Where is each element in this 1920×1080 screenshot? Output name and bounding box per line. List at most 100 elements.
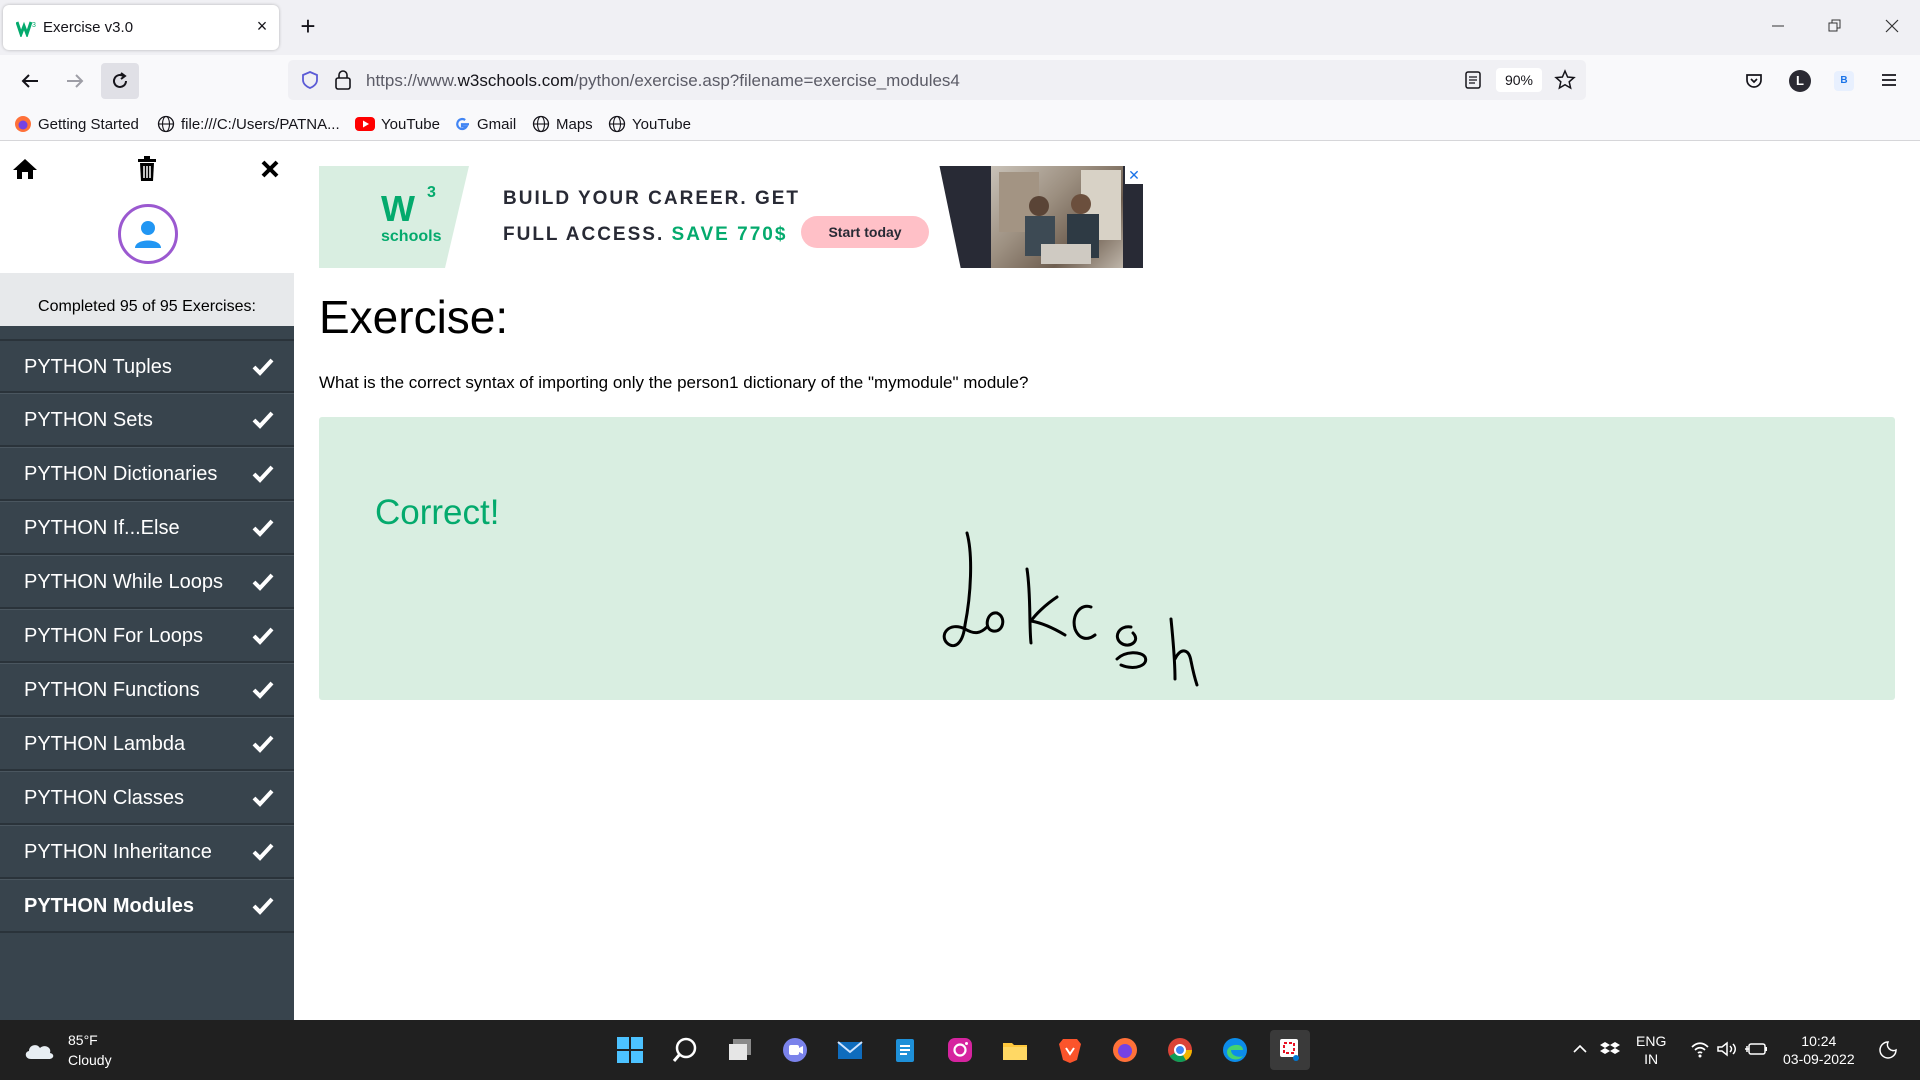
sidebar-item-label: PYTHON Dictionaries — [24, 463, 218, 485]
url-path: /python/exercise.asp?filename=exercise_m… — [573, 71, 960, 90]
clock-date: 03-09-2022 — [1783, 1051, 1855, 1067]
chrome-icon — [1168, 1038, 1192, 1063]
home-button[interactable] — [10, 154, 40, 184]
search-button[interactable] — [665, 1030, 705, 1070]
close-window-button[interactable] — [1872, 12, 1912, 42]
extension-icon[interactable]: B — [1834, 71, 1854, 91]
sidebar-item-label: PYTHON For Loops — [24, 625, 203, 647]
sidebar-item-if-else[interactable]: PYTHON If...Else — [0, 501, 294, 555]
check-icon — [252, 519, 274, 537]
check-icon — [252, 465, 274, 483]
start-button[interactable] — [610, 1030, 650, 1070]
notepad-button[interactable] — [885, 1030, 925, 1070]
sidebar-item-inheritance[interactable]: PYTHON Inheritance — [0, 825, 294, 879]
sidebar-item-classes[interactable]: PYTHON Classes — [0, 771, 294, 825]
hamburger-menu-icon[interactable] — [1880, 72, 1898, 88]
instagram-button[interactable] — [940, 1030, 980, 1070]
wifi-icon[interactable] — [1690, 1040, 1710, 1058]
bookmark-youtube[interactable]: YouTube — [355, 113, 440, 135]
snipping-tool-icon — [1280, 1039, 1299, 1061]
tab-strip: 3 Exercise v3.0 × + — [0, 0, 1920, 55]
avatar[interactable] — [118, 204, 178, 264]
sidebar-item-tuples[interactable]: PYTHON Tuples — [0, 339, 294, 393]
check-icon — [252, 358, 274, 376]
weather-widget[interactable]: 85°F Cloudy — [22, 1030, 112, 1070]
windows-taskbar: 85°F Cloudy ENG IN 10:24 03-09-2022 — [0, 1020, 1920, 1080]
bookmark-getting-started[interactable]: Getting Started — [14, 113, 139, 135]
sidebar-item-dictionaries[interactable]: PYTHON Dictionaries — [0, 447, 294, 501]
ad-photo-illustration — [999, 170, 1121, 264]
exercise-question: What is the correct syntax of importing … — [319, 373, 1029, 392]
forward-arrow-icon — [67, 74, 84, 88]
url-text[interactable]: https://www.w3schools.com/python/exercis… — [366, 71, 960, 91]
tab-title: Exercise v3.0 — [43, 19, 134, 36]
browser-tab[interactable]: 3 Exercise v3.0 × — [3, 5, 279, 50]
bookmark-star-icon[interactable] — [1554, 69, 1576, 91]
teams-chat-button[interactable] — [775, 1030, 815, 1070]
volume-icon[interactable] — [1716, 1040, 1738, 1058]
sidebar-item-for-loops[interactable]: PYTHON For Loops — [0, 609, 294, 663]
bookmark-youtube-2[interactable]: YouTube — [608, 113, 691, 135]
language-indicator[interactable]: ENG IN — [1636, 1032, 1666, 1068]
advertisement-banner[interactable]: W 3 schools BUILD YOUR CAREER. GET FULL … — [319, 166, 1143, 268]
sidebar-item-functions[interactable]: PYTHON Functions — [0, 663, 294, 717]
firefox-icon — [1113, 1038, 1137, 1062]
pocket-icon[interactable] — [1744, 71, 1764, 91]
sidebar-item-sets[interactable]: PYTHON Sets — [0, 393, 294, 447]
restore-icon — [1828, 19, 1841, 32]
back-button[interactable] — [11, 63, 49, 99]
brave-button[interactable] — [1050, 1030, 1090, 1070]
reload-icon — [113, 72, 127, 88]
reset-button[interactable] — [132, 154, 162, 184]
task-view-button[interactable] — [720, 1030, 760, 1070]
bookmark-label: file:///C:/Users/PATNA... — [181, 115, 340, 133]
check-icon — [252, 573, 274, 591]
new-tab-button[interactable]: + — [293, 12, 323, 42]
ad-close-icon[interactable]: ✕ — [1125, 166, 1143, 184]
restore-button[interactable] — [1815, 12, 1855, 42]
reader-view-icon[interactable] — [1464, 70, 1482, 90]
zoom-level-badge[interactable]: 90% — [1496, 68, 1542, 92]
result-message: Correct! — [375, 493, 500, 532]
check-icon — [252, 897, 274, 915]
bookmark-file[interactable]: file:///C:/Users/PATNA... — [157, 113, 340, 135]
forward-button[interactable] — [56, 63, 94, 99]
close-sidebar-button[interactable] — [255, 154, 285, 184]
sidebar-item-while-loops[interactable]: PYTHON While Loops — [0, 555, 294, 609]
brave-lion-icon — [1059, 1039, 1081, 1063]
battery-icon[interactable] — [1744, 1040, 1768, 1058]
sidebar-item-lambda[interactable]: PYTHON Lambda — [0, 717, 294, 771]
bookmark-label: Maps — [556, 115, 593, 133]
w3schools-logo: W — [381, 188, 415, 229]
clock-time: 10:24 — [1801, 1033, 1837, 1049]
sidebar-item-modules[interactable]: PYTHON Modules — [0, 879, 294, 933]
chevron-up-icon[interactable] — [1572, 1042, 1588, 1056]
bookmark-maps[interactable]: Maps — [532, 113, 593, 135]
file-explorer-button[interactable] — [995, 1030, 1035, 1070]
edge-button[interactable] — [1215, 1030, 1255, 1070]
clock[interactable]: 10:24 03-09-2022 — [1783, 1032, 1855, 1068]
shield-icon[interactable] — [300, 70, 320, 90]
chrome-button[interactable] — [1160, 1030, 1200, 1070]
sidebar-item-label: PYTHON Tuples — [24, 356, 172, 378]
bookmark-gmail[interactable]: Gmail — [453, 113, 516, 135]
firefox-taskbar-button[interactable] — [1105, 1030, 1145, 1070]
lock-icon[interactable] — [334, 69, 352, 91]
url-bar[interactable]: https://www.w3schools.com/python/exercis… — [288, 60, 1586, 100]
tab-close-icon[interactable]: × — [250, 14, 274, 38]
language-code: ENG — [1636, 1033, 1667, 1049]
ad-subline-prefix: FULL ACCESS. — [503, 224, 665, 245]
bookmark-label: YouTube — [381, 115, 440, 133]
check-icon — [252, 627, 274, 645]
notifications-icon[interactable] — [1878, 1040, 1898, 1060]
reload-button[interactable] — [101, 63, 139, 99]
home-icon — [13, 159, 37, 179]
close-icon — [1885, 19, 1899, 33]
account-avatar-icon[interactable]: L — [1789, 70, 1811, 92]
snipping-tool-button[interactable] — [1270, 1030, 1310, 1070]
dropbox-icon[interactable] — [1600, 1040, 1620, 1058]
start-today-button[interactable]: Start today — [801, 216, 929, 248]
folder-icon — [1003, 1043, 1027, 1060]
minimize-button[interactable] — [1758, 12, 1798, 42]
mail-button[interactable] — [830, 1030, 870, 1070]
